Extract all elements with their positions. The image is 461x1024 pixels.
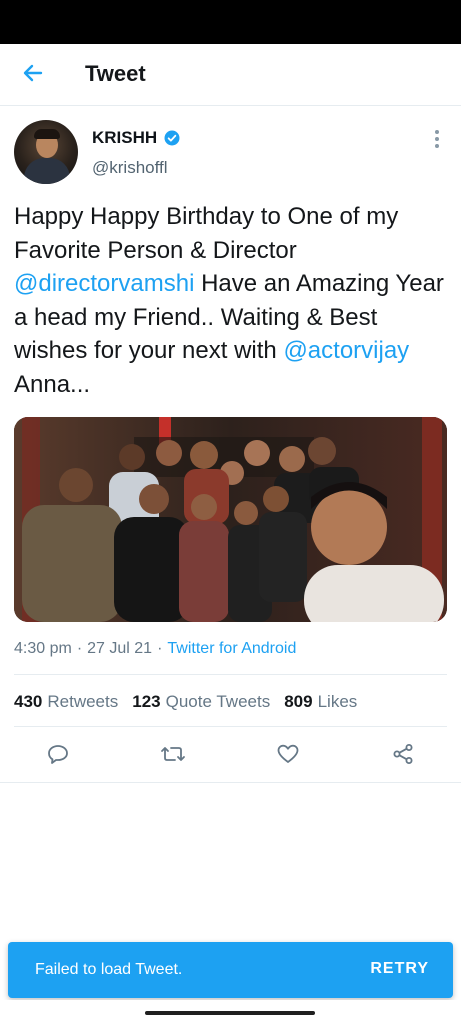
reply-icon [48, 745, 68, 764]
divider [14, 674, 447, 675]
verified-badge-icon [164, 130, 180, 146]
tweet-actions [0, 738, 461, 774]
error-snackbar: Failed to load Tweet. RETRY [8, 942, 453, 998]
tweet-text-part: Anna... [14, 370, 91, 398]
arrow-left-icon [23, 64, 43, 82]
retry-button[interactable]: RETRY [370, 960, 429, 978]
page-title: Tweet [85, 61, 146, 86]
back-button[interactable] [18, 58, 48, 88]
divider [0, 782, 461, 783]
quote-tweets-count: 123 [132, 692, 161, 711]
likes-label: Likes [317, 692, 358, 711]
status-bar [0, 0, 461, 44]
meta-separator: · [157, 640, 163, 657]
mention-link[interactable]: @directorvamshi [14, 270, 194, 297]
likes-count: 809 [284, 692, 313, 711]
share-button[interactable] [389, 740, 417, 768]
avatar[interactable] [14, 120, 78, 184]
author-name: KRISHH [92, 128, 158, 147]
quote-tweets-stat[interactable]: 123 Quote Tweets [132, 692, 270, 712]
tweet-metadata: 4:30 pm · 27 Jul 21 · Twitter for Androi… [14, 640, 296, 658]
author-handle[interactable]: @krishoffl [92, 158, 168, 178]
retweets-count: 430 [14, 692, 43, 711]
share-icon [393, 744, 413, 764]
home-indicator[interactable] [145, 1011, 315, 1015]
tweet-time: 4:30 pm [14, 640, 72, 657]
more-options-button[interactable] [426, 128, 448, 150]
heart-icon [277, 744, 299, 763]
tweet-date: 27 Jul 21 [87, 640, 153, 657]
mention-link[interactable]: @actorvijay [283, 337, 409, 364]
more-vertical-icon [435, 130, 439, 134]
reply-button[interactable] [44, 740, 72, 768]
like-button[interactable] [274, 740, 302, 768]
meta-separator: · [76, 640, 83, 657]
retweet-button[interactable] [159, 740, 187, 768]
app-bar: Tweet [0, 44, 461, 106]
tweet-stats: 430 Retweets 123 Quote Tweets 809 Likes [14, 692, 357, 712]
retweets-stat[interactable]: 430 Retweets [14, 692, 118, 712]
quote-tweets-label: Quote Tweets [165, 692, 271, 711]
divider [14, 726, 447, 727]
likes-stat[interactable]: 809 Likes [284, 692, 357, 712]
tweet-source-link[interactable]: Twitter for Android [167, 640, 296, 658]
tweet-text-part: Happy Happy Birthday to One of my Favori… [14, 203, 399, 264]
tweet-text: Happy Happy Birthday to One of my Favori… [14, 200, 454, 401]
retweet-icon [161, 747, 185, 761]
snackbar-message: Failed to load Tweet. [35, 961, 183, 978]
author-name-row[interactable]: KRISHH [92, 128, 181, 148]
tweet-photo[interactable] [14, 417, 447, 622]
retweets-label: Retweets [47, 692, 119, 711]
group-photo-image [14, 417, 447, 622]
